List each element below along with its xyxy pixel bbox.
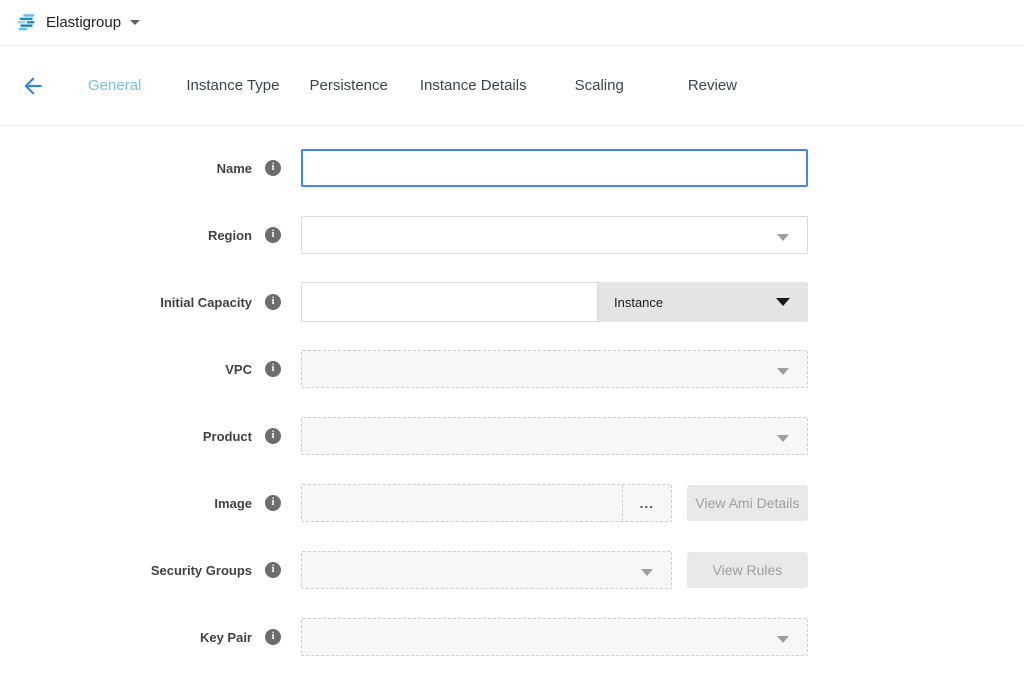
image-picker: ... [301,484,672,522]
tab-instance-type[interactable]: Instance Type [186,77,279,94]
initial-capacity-label: Initial Capacity [0,295,252,310]
ellipsis-browse-icon: ... [622,485,671,521]
form-row-security-groups: Security Groups i View Rules [0,550,1024,590]
image-picker-value [302,485,622,521]
region-label: Region [0,228,252,243]
wizard-nav: General Instance Type Persistence Instan… [0,46,1024,126]
name-input[interactable] [301,149,808,187]
security-groups-label: Security Groups [0,563,252,578]
vpc-select [301,350,808,388]
name-label: Name [0,161,252,176]
form-row-product: Product i [0,416,1024,456]
form-row-image: Image i ... View Ami Details [0,483,1024,523]
app-switcher-label[interactable]: Elastigroup [46,14,121,31]
info-icon[interactable]: i [265,294,281,310]
image-label: Image [0,496,252,511]
key-pair-select [301,618,808,656]
tab-review[interactable]: Review [688,77,737,94]
view-ami-details-button: View Ami Details [687,485,808,521]
form-row-region: Region i [0,215,1024,255]
tab-general[interactable]: General [88,77,141,94]
back-arrow-icon[interactable] [20,73,46,99]
info-icon[interactable]: i [265,629,281,645]
capacity-unit-select[interactable]: Instance [598,282,808,322]
product-label: Product [0,429,252,444]
info-icon[interactable]: i [265,361,281,377]
chevron-down-icon[interactable] [130,20,140,25]
chevron-down-icon [777,234,789,241]
tab-scaling[interactable]: Scaling [575,77,624,94]
product-select [301,417,808,455]
capacity-unit-value: Instance [614,295,663,310]
form-row-vpc: VPC i [0,349,1024,389]
chevron-down-icon [776,298,790,306]
key-pair-label: Key Pair [0,630,252,645]
elastigroup-logo-icon [16,12,38,34]
info-icon[interactable]: i [265,428,281,444]
topbar: Elastigroup [0,0,1024,46]
security-groups-select [301,551,672,589]
form-row-name: Name i [0,148,1024,188]
view-rules-button: View Rules [687,552,808,588]
tab-persistence[interactable]: Persistence [310,77,388,94]
chevron-down-icon [641,569,653,576]
chevron-down-icon [777,368,789,375]
region-select[interactable] [301,216,808,254]
chevron-down-icon [777,636,789,643]
form-row-initial-capacity: Initial Capacity i Instance [0,282,1024,322]
vpc-label: VPC [0,362,252,377]
info-icon[interactable]: i [265,562,281,578]
info-icon[interactable]: i [265,495,281,511]
chevron-down-icon [777,435,789,442]
initial-capacity-input[interactable] [301,282,598,322]
info-icon[interactable]: i [265,227,281,243]
form-row-key-pair: Key Pair i [0,617,1024,657]
tab-instance-details[interactable]: Instance Details [420,77,527,94]
wizard-tabs: General Instance Type Persistence Instan… [88,77,782,94]
info-icon[interactable]: i [265,160,281,176]
general-settings-form: Name i Region i Initial Capacity i Insta… [0,126,1024,657]
